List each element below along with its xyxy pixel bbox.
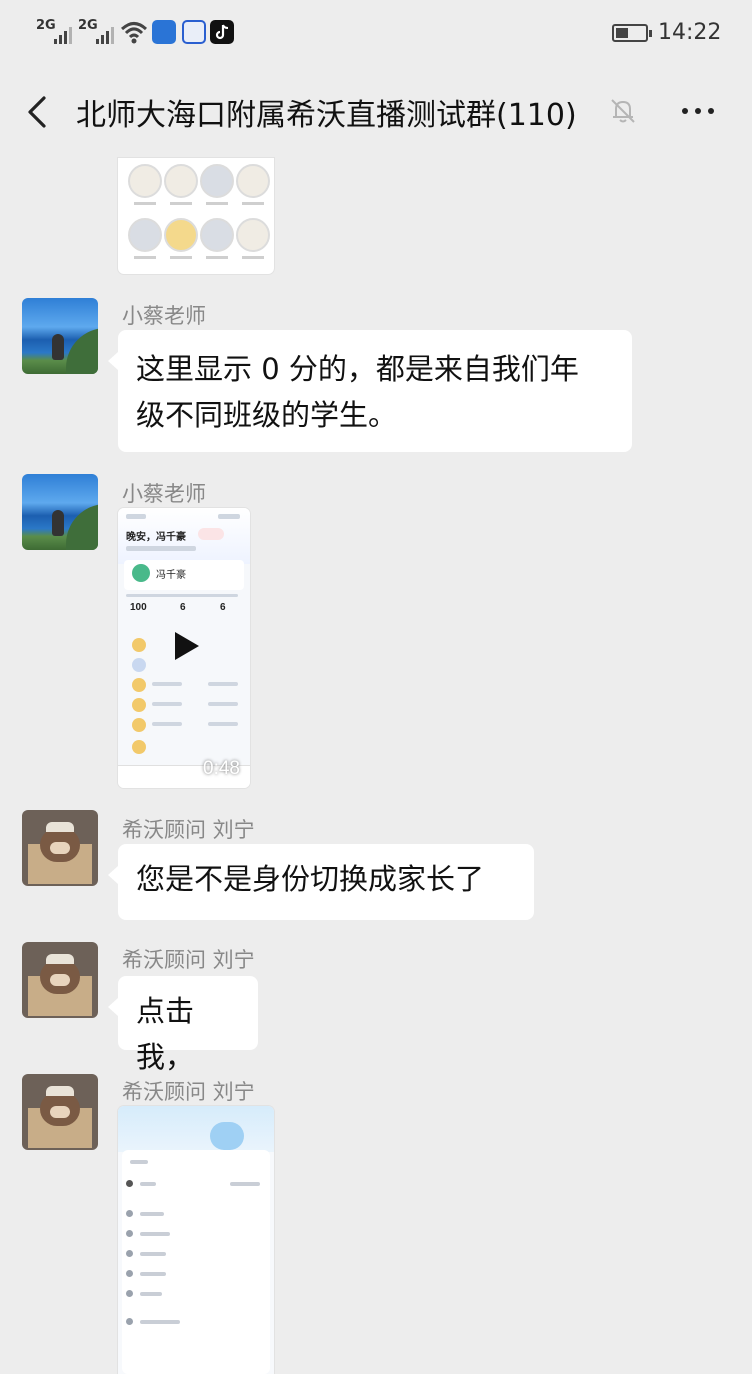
baidu-app-icon xyxy=(182,20,206,44)
chat-title: 北师大海口附属希沃直播测试群(110) xyxy=(76,98,577,133)
video-thumb-greeting: 晚安，冯千豪 xyxy=(126,532,186,543)
video-thumb-stat: 100 xyxy=(130,602,147,613)
avatar[interactable] xyxy=(22,474,98,550)
message-text: 您是不是身份切换成家长了 xyxy=(136,862,485,896)
tiktok-app-icon xyxy=(210,20,234,44)
avatar[interactable] xyxy=(22,1074,98,1150)
message-text-line: 级不同班级的学生。 xyxy=(136,398,398,432)
image-message[interactable] xyxy=(118,1106,274,1374)
more-icon[interactable] xyxy=(678,100,718,120)
video-message[interactable]: 晚安，冯千豪 冯千豪 100 6 6 0:48 xyxy=(118,508,250,788)
signal-bars-icon xyxy=(96,24,116,44)
chat-header: 北师大海口附属希沃直播测试群(110) xyxy=(0,66,752,158)
sender-name: 小蔡老师 xyxy=(122,304,206,328)
text-message-bubble[interactable]: 这里显示 0 分的，都是来自我们年 级不同班级的学生。 xyxy=(108,330,632,452)
video-thumb-stat: 6 xyxy=(220,602,226,613)
sender-name: 希沃顾问 刘宁 xyxy=(122,1080,255,1104)
avatar[interactable] xyxy=(22,942,98,1018)
signal-bars-icon xyxy=(54,24,74,44)
sender-name: 小蔡老师 xyxy=(122,482,206,506)
message-text-line: 这里显示 0 分的，都是来自我们年 xyxy=(136,352,579,386)
sender-name: 希沃顾问 刘宁 xyxy=(122,948,255,972)
image-message[interactable] xyxy=(118,158,274,274)
avatar[interactable] xyxy=(22,810,98,886)
avatar[interactable] xyxy=(22,298,98,374)
sender-name: 希沃顾问 刘宁 xyxy=(122,818,255,842)
app-notification-icon xyxy=(152,20,176,44)
message-text: 点击我， xyxy=(136,994,195,1074)
video-thumb-name: 冯千豪 xyxy=(156,570,186,581)
network-type-label: 2G xyxy=(36,18,56,33)
battery-icon xyxy=(612,24,652,42)
text-message-bubble[interactable]: 点击我， xyxy=(108,976,258,1074)
wifi-icon xyxy=(120,22,148,44)
mute-bell-icon xyxy=(611,99,635,123)
back-icon[interactable] xyxy=(20,92,56,132)
clock: 14:22 xyxy=(658,20,722,45)
video-thumb-stat: 6 xyxy=(180,602,186,613)
status-bar: 2G 2G 14:22 xyxy=(0,0,752,66)
network-type-label: 2G xyxy=(78,18,98,33)
text-message-bubble[interactable]: 您是不是身份切换成家长了 xyxy=(108,844,534,920)
video-duration: 0:48 xyxy=(203,758,240,779)
play-icon[interactable] xyxy=(175,632,199,660)
